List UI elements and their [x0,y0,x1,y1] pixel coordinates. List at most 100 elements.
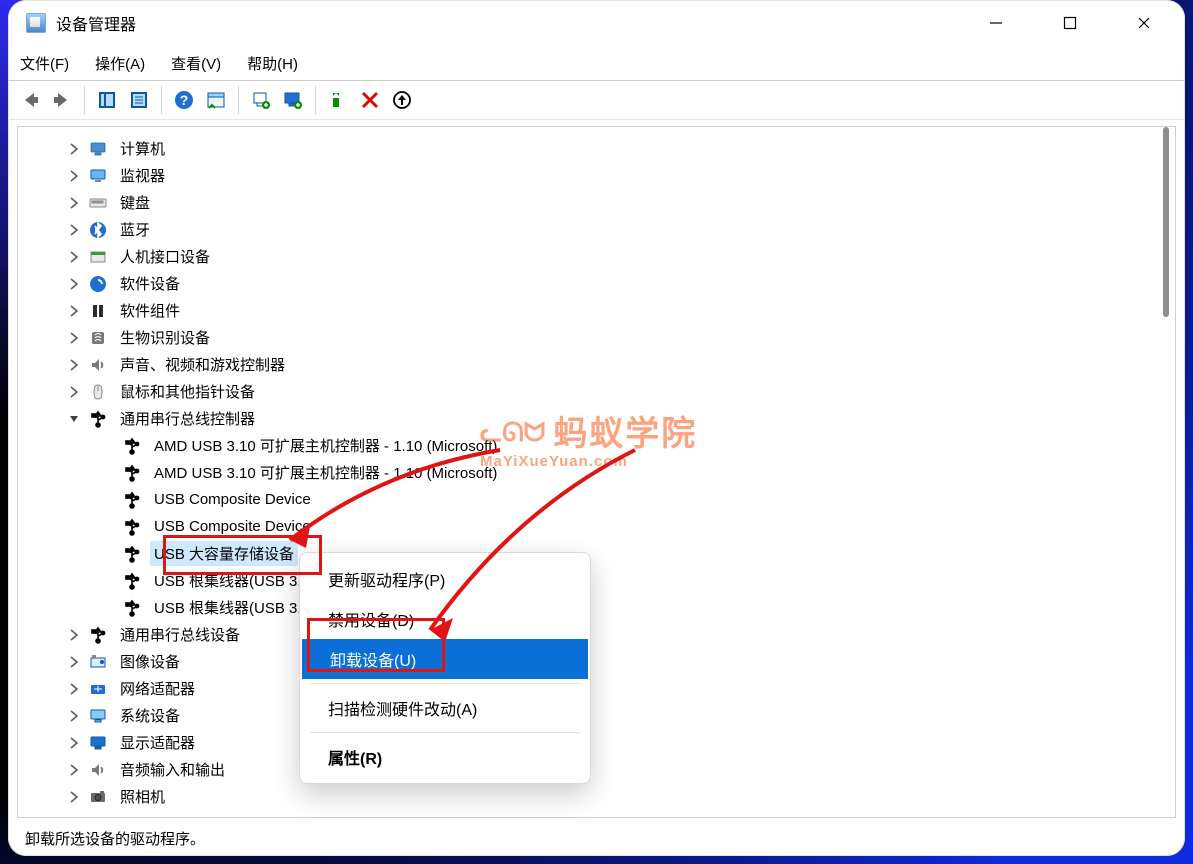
menu-help[interactable]: 帮助(H) [245,51,300,76]
tree-item[interactable]: USB Composite Device [18,513,1157,540]
chevron-right-icon[interactable] [66,681,82,697]
biometric-icon [88,328,108,348]
details-pane-button[interactable] [200,85,232,115]
tree-item[interactable]: USB Composite Device [18,486,1157,513]
device-manager-window: 设备管理器 文件(F) 操作(A) 查看(V) 帮助(H) [8,0,1185,856]
tree-category[interactable]: 计算机 [18,135,1157,162]
tree-category-label: 键盘 [116,190,154,215]
usb-icon [122,598,142,618]
tree-category-label: 声音、视频和游戏控制器 [116,352,289,377]
camera-icon [88,787,108,807]
update-driver-button[interactable] [386,85,418,115]
tree-item-label: AMD USB 3.10 可扩展主机控制器 - 1.10 (Microsoft) [150,433,501,458]
menu-separator [310,732,580,733]
tree-category[interactable]: 鼠标和其他指针设备 [18,378,1157,405]
minimize-button[interactable] [959,0,1033,46]
chevron-right-icon[interactable] [66,303,82,319]
menu-disable-device[interactable]: 禁用设备(D) [300,599,590,639]
add-legacy-hardware-button[interactable] [277,85,309,115]
software-icon [88,274,108,294]
usb-icon [122,436,142,456]
close-button[interactable] [1107,0,1181,46]
svg-text:?: ? [180,92,189,108]
status-bar: 卸载所选设备的驱动程序。 [17,824,1176,852]
app-icon [26,13,46,33]
chevron-right-icon[interactable] [66,168,82,184]
chevron-right-icon[interactable] [66,330,82,346]
chevron-right-icon[interactable] [66,249,82,265]
tree-category[interactable]: 蓝牙 [18,216,1157,243]
tree-category-label: 显示适配器 [116,730,199,755]
tree-category-label: 蓝牙 [116,217,154,242]
tree-category[interactable]: 软件组件 [18,297,1157,324]
chevron-right-icon[interactable] [66,222,82,238]
component-icon [88,301,108,321]
chevron-right-icon[interactable] [66,384,82,400]
tree-item-label: USB Composite Device [150,489,315,510]
tree-item-label: USB 根集线器(USB 3.0) [150,568,319,593]
tree-category[interactable]: 软件设备 [18,270,1157,297]
maximize-button[interactable] [1033,0,1107,46]
tree-category[interactable]: 生物识别设备 [18,324,1157,351]
usb-icon [122,463,142,483]
menu-scan-hardware[interactable]: 扫描检测硬件改动(A) [300,688,590,728]
chevron-right-icon[interactable] [66,627,82,643]
tree-item[interactable]: AMD USB 3.10 可扩展主机控制器 - 1.10 (Microsoft) [18,459,1157,486]
scrollbar[interactable] [1157,127,1175,817]
forward-button[interactable] [46,85,78,115]
chevron-right-icon[interactable] [66,276,82,292]
help-button[interactable]: ? [168,85,200,115]
menu-file[interactable]: 文件(F) [18,51,71,76]
usb-icon [88,625,108,645]
chevron-right-icon[interactable] [66,141,82,157]
scrollbar-thumb[interactable] [1163,127,1169,317]
menu-update-driver[interactable]: 更新驱动程序(P) [300,559,590,599]
chevron-right-icon[interactable] [66,357,82,373]
back-button[interactable] [14,85,46,115]
uninstall-device-button[interactable] [354,85,386,115]
titlebar: 设备管理器 [8,0,1185,46]
imaging-icon [88,652,108,672]
context-menu: 更新驱动程序(P) 禁用设备(D) 卸载设备(U) 扫描检测硬件改动(A) 属性… [299,552,591,784]
chevron-right-icon[interactable] [66,195,82,211]
menu-separator [310,683,580,684]
chevron-down-icon[interactable] [66,411,82,427]
tree-category-label: 系统设备 [116,703,184,728]
chevron-right-icon[interactable] [66,708,82,724]
tree-category-label: 人机接口设备 [116,244,214,269]
tree-category[interactable]: 监视器 [18,162,1157,189]
tree-item-label: USB Composite Device [150,516,315,537]
chevron-right-icon[interactable] [66,735,82,751]
tree-category[interactable]: 人机接口设备 [18,243,1157,270]
tree-category-label: 通用串行总线控制器 [116,406,259,431]
usb-icon [122,571,142,591]
hid-icon [88,247,108,267]
usb-icon [88,409,108,429]
tree-category-label: 计算机 [116,136,169,161]
display-icon [88,733,108,753]
show-hidden-button[interactable] [91,85,123,115]
tree-item-label: AMD USB 3.10 可扩展主机控制器 - 1.10 (Microsoft) [150,460,501,485]
toolbar: ? [8,81,1185,120]
scan-hardware-button[interactable] [245,85,277,115]
keyboard-icon [88,193,108,213]
tree-item[interactable]: AMD USB 3.10 可扩展主机控制器 - 1.10 (Microsoft) [18,432,1157,459]
tree-category[interactable]: 照相机 [18,783,1157,810]
menu-action[interactable]: 操作(A) [93,51,147,76]
tree-category[interactable]: 声音、视频和游戏控制器 [18,351,1157,378]
chevron-right-icon[interactable] [66,654,82,670]
tree-category[interactable]: 通用串行总线控制器 [18,405,1157,432]
tree-category[interactable]: 键盘 [18,189,1157,216]
menu-properties[interactable]: 属性(R) [300,737,590,777]
tree-item-label: USB 根集线器(USB 3.0) [150,595,319,620]
monitor-icon [88,166,108,186]
tree-viewport: 计算机监视器键盘蓝牙人机接口设备软件设备软件组件生物识别设备声音、视频和游戏控制… [17,126,1176,818]
audio-icon [88,760,108,780]
menu-view[interactable]: 查看(V) [169,51,223,76]
chevron-right-icon[interactable] [66,789,82,805]
properties-button[interactable] [123,85,155,115]
enable-device-button[interactable] [322,85,354,115]
status-text: 卸载所选设备的驱动程序。 [25,828,205,849]
chevron-right-icon[interactable] [66,762,82,778]
menu-uninstall-device[interactable]: 卸载设备(U) [302,639,588,679]
